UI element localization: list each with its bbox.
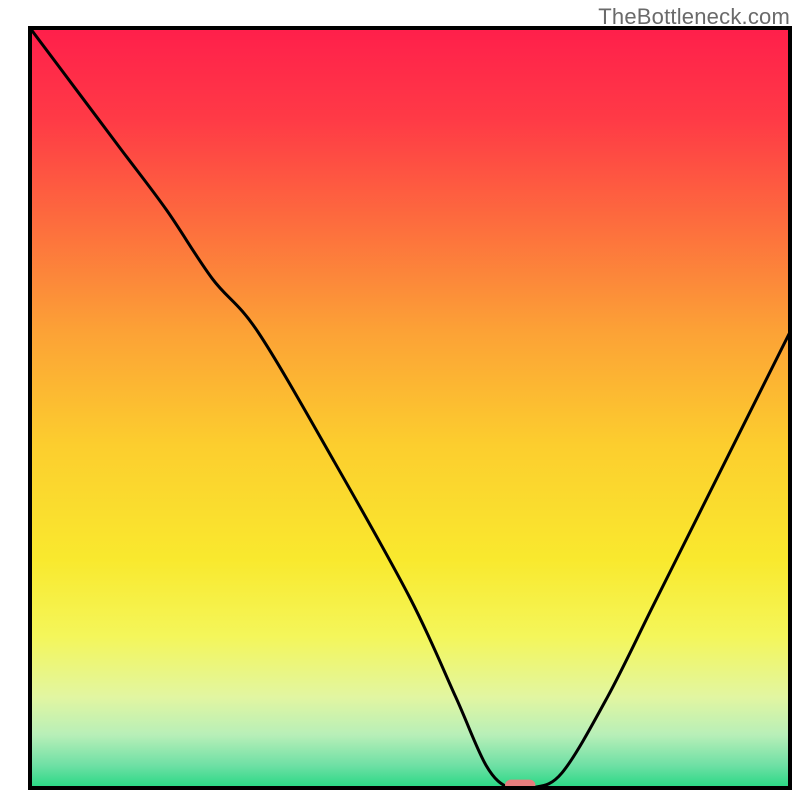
bottleneck-chart: [0, 0, 800, 800]
watermark-text: TheBottleneck.com: [598, 4, 790, 30]
gradient-background: [30, 28, 790, 788]
chart-container: TheBottleneck.com: [0, 0, 800, 800]
